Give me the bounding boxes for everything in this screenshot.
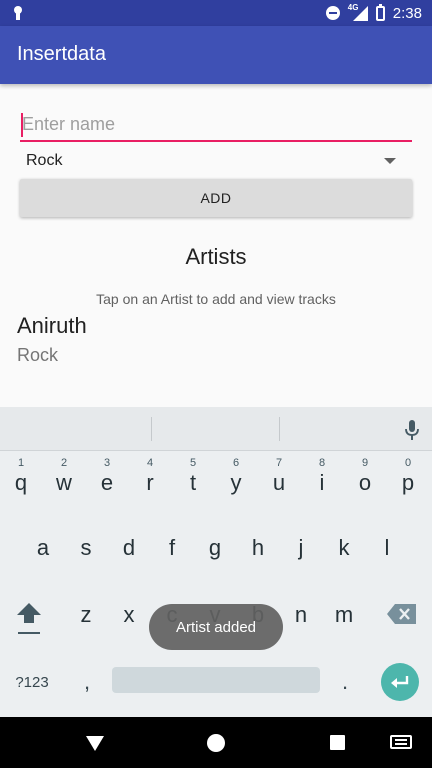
app-bar: Insertdata	[0, 26, 432, 84]
soft-keyboard: 1q 2w 3e 4r 5t 6y 7u 8i 9o 0p a s d f g …	[0, 407, 432, 717]
name-input[interactable]	[20, 108, 412, 142]
status-bar: 4G 2:38	[0, 0, 432, 26]
microphone-icon[interactable]	[404, 419, 420, 441]
dropdown-arrow-icon	[384, 158, 396, 164]
enter-arrow-icon	[391, 676, 409, 688]
backspace-icon[interactable]	[386, 603, 418, 625]
key-t[interactable]: 5t	[173, 455, 213, 505]
key-comma[interactable]: ,	[72, 665, 102, 699]
key-x[interactable]: x	[109, 590, 149, 640]
key-u[interactable]: 7u	[259, 455, 299, 505]
back-icon[interactable]	[86, 736, 104, 751]
key-y[interactable]: 6y	[216, 455, 256, 505]
suggestion-divider	[279, 417, 280, 441]
status-clock: 2:38	[392, 4, 422, 22]
key-d[interactable]: d	[109, 523, 149, 573]
key-h[interactable]: h	[238, 523, 278, 573]
key-z[interactable]: z	[66, 590, 106, 640]
add-button[interactable]: ADD	[20, 179, 412, 217]
key-o[interactable]: 9o	[345, 455, 385, 505]
suggestion-strip[interactable]	[0, 407, 432, 451]
enter-key[interactable]	[381, 663, 419, 701]
home-icon[interactable]	[207, 734, 225, 752]
key-w[interactable]: 2w	[44, 455, 84, 505]
key-e[interactable]: 3e	[87, 455, 127, 505]
key-l[interactable]: l	[367, 523, 407, 573]
navigation-bar	[0, 717, 432, 768]
signal-icon: 4G	[348, 3, 368, 21]
toast-message: Artist added	[149, 604, 283, 650]
key-f[interactable]: f	[152, 523, 192, 573]
key-q[interactable]: 1q	[1, 455, 41, 505]
app-title: Insertdata	[17, 43, 106, 65]
artist-list-item[interactable]: Aniruth Rock	[17, 313, 417, 369]
key-r[interactable]: 4r	[130, 455, 170, 505]
genre-spinner[interactable]: Rock	[20, 147, 412, 175]
key-g[interactable]: g	[195, 523, 235, 573]
do-not-disturb-icon	[325, 6, 340, 20]
recents-icon[interactable]	[330, 735, 345, 750]
genre-spinner-value: Rock	[26, 152, 63, 169]
key-s[interactable]: s	[66, 523, 106, 573]
spacebar[interactable]	[112, 667, 320, 693]
key-a[interactable]: a	[23, 523, 63, 573]
artist-genre: Rock	[17, 345, 59, 365]
symbols-key[interactable]: ?123	[4, 665, 60, 699]
battery-icon	[375, 3, 385, 21]
shift-icon[interactable]	[14, 599, 44, 639]
keyhole-icon	[14, 6, 22, 20]
keyboard-switch-icon[interactable]	[390, 735, 412, 749]
text-caret	[21, 113, 23, 137]
artists-hint: Tap on an Artist to add and view tracks	[96, 291, 336, 307]
status-icons: 4G 2:38	[325, 0, 422, 26]
artist-name: Aniruth	[17, 313, 87, 338]
key-p[interactable]: 0p	[388, 455, 428, 505]
key-k[interactable]: k	[324, 523, 364, 573]
key-j[interactable]: j	[281, 523, 321, 573]
key-i[interactable]: 8i	[302, 455, 342, 505]
key-n[interactable]: n	[281, 590, 321, 640]
suggestion-divider	[151, 417, 152, 441]
key-period[interactable]: .	[330, 665, 360, 699]
key-m[interactable]: m	[324, 590, 364, 640]
artists-heading: Artists	[185, 244, 247, 269]
